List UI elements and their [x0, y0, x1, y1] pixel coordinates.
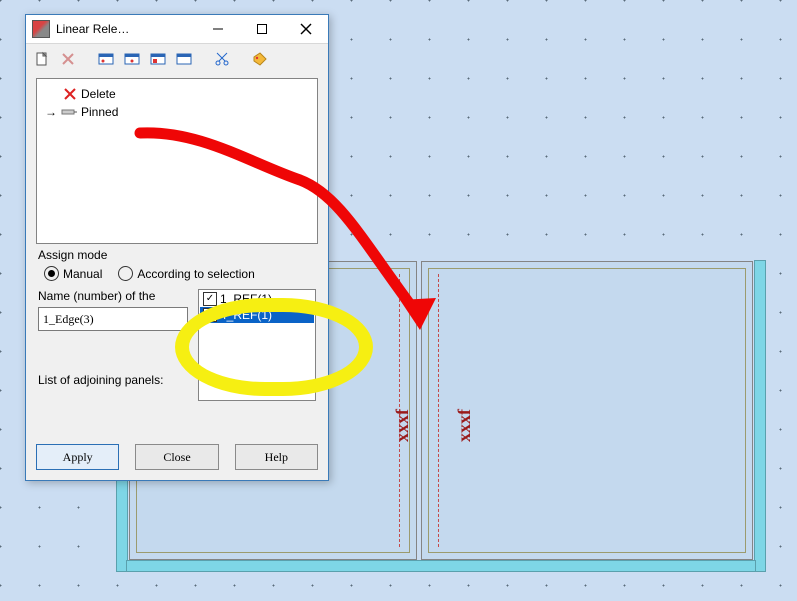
radio-manual[interactable]: Manual	[44, 266, 102, 281]
assign-mode-label: Assign mode	[38, 248, 316, 262]
adjoining-panels-label: List of adjoining panels:	[38, 373, 188, 387]
current-arrow-icon: →	[45, 105, 57, 119]
panel-axis-label: xxxf	[392, 409, 413, 442]
close-dialog-button[interactable]: Close	[135, 444, 218, 470]
tag-icon[interactable]	[250, 49, 270, 69]
minimize-button[interactable]	[196, 15, 240, 43]
maximize-button[interactable]	[240, 15, 284, 43]
tree-label: Pinned	[81, 105, 118, 119]
name-input[interactable]	[38, 307, 188, 331]
close-button[interactable]	[284, 15, 328, 43]
list-item[interactable]: ✓1_REF(1)	[200, 291, 314, 307]
tree-label: Delete	[81, 87, 116, 101]
app-icon	[32, 20, 50, 38]
checkbox-checked-icon[interactable]: ✓	[203, 308, 217, 322]
panel-edge-strip	[126, 560, 756, 572]
adjoining-panels-list[interactable]: ✓1_REF(1) ✓4_REF(1)	[198, 289, 316, 401]
radio-label: Manual	[63, 267, 102, 281]
tree-item-pinned[interactable]: → Pinned	[45, 103, 309, 121]
view3-icon[interactable]	[148, 49, 168, 69]
radio-icon	[118, 266, 133, 281]
view2-icon[interactable]	[122, 49, 142, 69]
checkbox-checked-icon[interactable]: ✓	[203, 292, 217, 306]
scissors-icon[interactable]	[212, 49, 232, 69]
tree-item-delete[interactable]: Delete	[45, 85, 309, 103]
release-type-tree[interactable]: Delete → Pinned	[36, 78, 318, 244]
list-item[interactable]: ✓4_REF(1)	[200, 307, 314, 323]
list-item-label: 1_REF(1)	[220, 292, 272, 306]
pin-icon	[61, 106, 77, 118]
radio-label: According to selection	[137, 267, 254, 281]
view4-icon[interactable]	[174, 49, 194, 69]
radio-icon	[44, 266, 59, 281]
titlebar[interactable]: Linear Rele…	[26, 15, 328, 44]
name-field-label: Name (number) of the	[38, 289, 188, 303]
model-panel-right[interactable]: xxxf	[421, 261, 753, 560]
x-icon	[63, 87, 77, 101]
apply-button[interactable]: Apply	[36, 444, 119, 470]
panel-edge-strip	[754, 260, 766, 572]
radio-according-to-selection[interactable]: According to selection	[118, 266, 254, 281]
window-title: Linear Rele…	[56, 22, 129, 36]
new-icon[interactable]	[32, 49, 52, 69]
list-item-label: 4_REF(1)	[220, 308, 272, 322]
view1-icon[interactable]	[96, 49, 116, 69]
dialog-toolbar	[26, 44, 328, 74]
panel-inner-border	[428, 268, 746, 553]
panel-dash-line	[438, 274, 439, 547]
linear-release-dialog[interactable]: Linear Rele… Delete → Pinned Assign mode	[25, 14, 329, 481]
delete-icon[interactable]	[58, 49, 78, 69]
panel-axis-label: xxxf	[454, 409, 475, 442]
help-button[interactable]: Help	[235, 444, 318, 470]
